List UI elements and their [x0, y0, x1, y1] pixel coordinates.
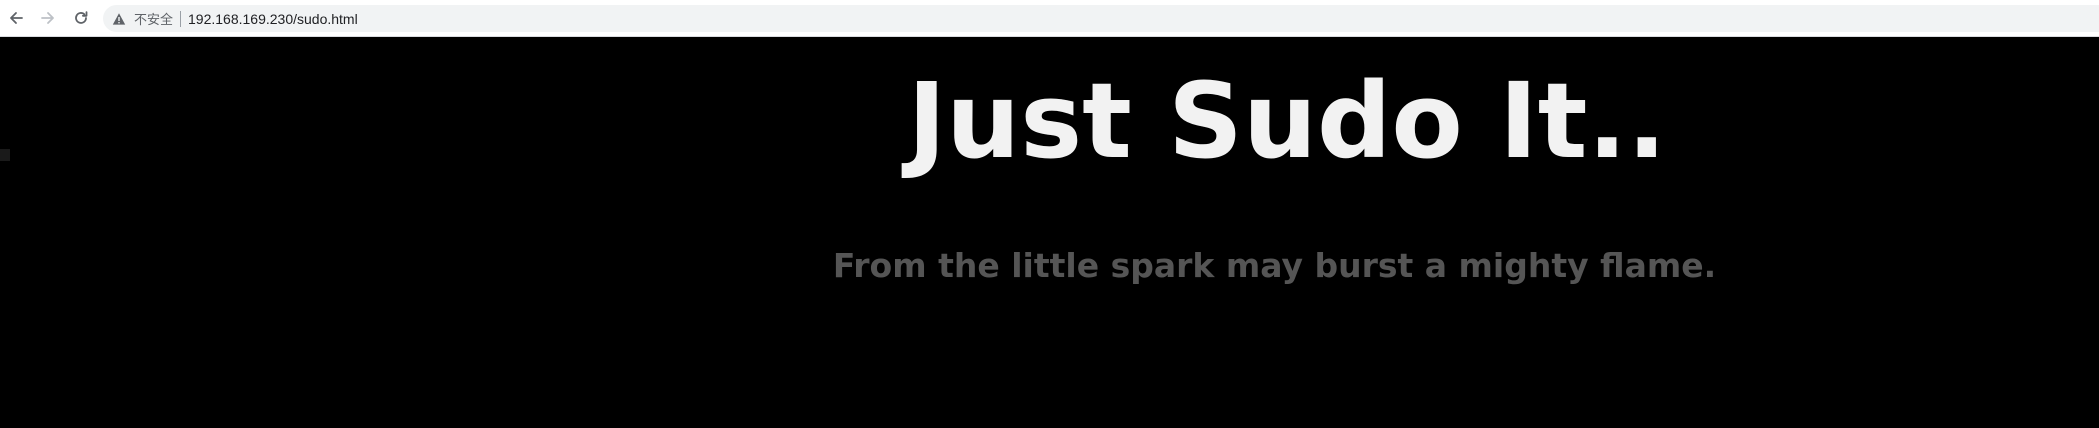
- arrow-right-icon: [41, 12, 54, 24]
- reload-icon: [75, 11, 88, 24]
- url-text[interactable]: 192.168.169.230/sudo.html: [188, 11, 358, 27]
- warning-triangle-icon[interactable]: [111, 11, 127, 27]
- security-status-label[interactable]: 不安全: [134, 9, 173, 28]
- page-content: Just Sudo It.. From the little spark may…: [0, 37, 2099, 428]
- forward-button[interactable]: [37, 7, 59, 29]
- address-bar[interactable]: 不安全 192.168.169.230/sudo.html: [103, 5, 2099, 32]
- tagline: From the little spark may burst a mighty…: [832, 246, 1717, 285]
- address-divider: [180, 10, 182, 27]
- browser-toolbar: 不安全 192.168.169.230/sudo.html: [0, 0, 2099, 37]
- page-title: Just Sudo It..: [907, 60, 1667, 182]
- reload-button[interactable]: [70, 7, 92, 29]
- back-button[interactable]: [5, 7, 27, 29]
- arrow-left-icon: [10, 12, 23, 24]
